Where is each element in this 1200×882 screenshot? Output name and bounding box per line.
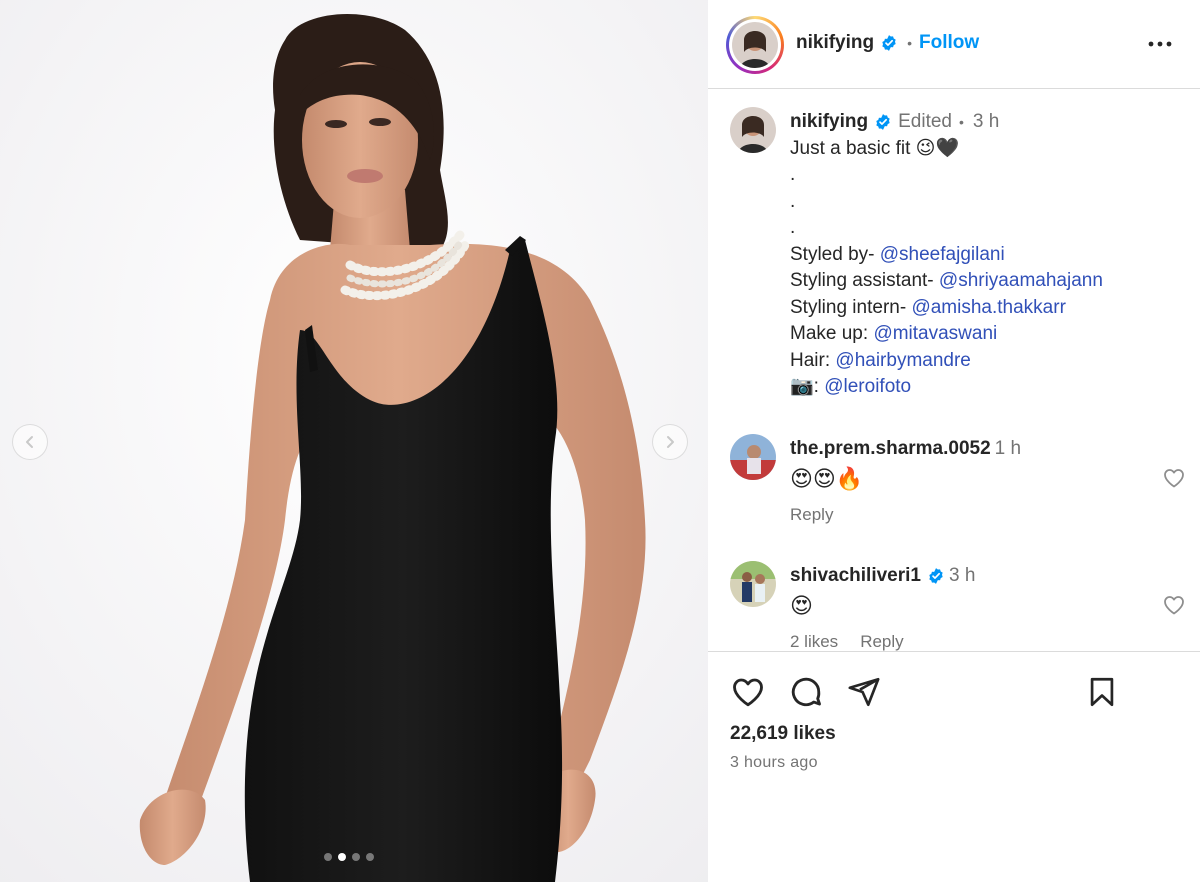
carousel-dot	[352, 853, 360, 861]
mention-link[interactable]: @amisha.thakkarr	[911, 297, 1065, 318]
post-header: nikifying • Follow	[708, 0, 1200, 89]
carousel-dot	[324, 853, 332, 861]
mention-link[interactable]: @sheefajgilani	[880, 244, 1005, 265]
mention-link[interactable]: @hairbymandre	[835, 350, 970, 371]
carousel-dot-active	[338, 853, 346, 861]
comment-time[interactable]: 1 h	[995, 438, 1021, 459]
carousel-indicator	[324, 853, 374, 861]
post-photo	[0, 0, 708, 882]
verified-badge-icon	[882, 35, 896, 51]
caption-dot-line: .	[790, 217, 796, 238]
separator-dot: •	[959, 114, 964, 130]
mention-link[interactable]: @leroifoto	[824, 376, 911, 397]
verified-badge-icon	[929, 568, 943, 584]
post-media[interactable]	[0, 0, 708, 882]
credit-line: Make up: @mitavaswani	[790, 323, 998, 344]
credit-line: Styling assistant- @shriyaamahajann	[790, 270, 1103, 291]
credit-line: Hair: @hairbymandre	[790, 349, 971, 371]
post-timestamp[interactable]: 3 hours ago	[730, 754, 818, 772]
follow-button[interactable]: Follow	[919, 32, 979, 54]
caption-username[interactable]: nikifying	[790, 111, 868, 132]
author-avatar-story-ring[interactable]	[726, 16, 784, 74]
carousel-next-button[interactable]	[652, 424, 688, 460]
caption-dot-line: .	[790, 164, 796, 185]
likes-count[interactable]: 22,619 likes	[730, 723, 836, 745]
separator-dot: •	[907, 35, 913, 51]
mention-link[interactable]: @shriyaamahajann	[939, 270, 1103, 291]
comment-like-heart-icon[interactable]	[1162, 466, 1186, 490]
caption-dot-line: .	[790, 190, 796, 212]
share-button[interactable]	[846, 674, 882, 710]
comments-section[interactable]: nikifying Edited • 3 h Just a basic fit 😉🖤…	[708, 89, 1200, 651]
post-side-panel: nikifying • Follow nikifying Edited • 3 …	[708, 0, 1200, 882]
chevron-left-icon	[26, 436, 33, 448]
commenter-username[interactable]: the.prem.sharma.0052	[790, 438, 991, 459]
author-avatar	[732, 22, 778, 68]
comment-likes-count[interactable]: 2 likes	[790, 629, 838, 651]
save-button[interactable]	[1084, 674, 1120, 710]
post-action-bar: 22,619 likes 3 hours ago	[708, 651, 1200, 882]
comment-button[interactable]	[788, 674, 824, 710]
reply-button[interactable]: Reply	[860, 629, 903, 651]
caption-author-avatar[interactable]	[730, 107, 776, 153]
caption-text-line: Just a basic fit 😉🖤	[790, 137, 960, 159]
commenter-username[interactable]: shivachiliveri1	[790, 565, 921, 586]
comment-time[interactable]: 3 h	[949, 565, 975, 586]
like-button[interactable]	[730, 674, 766, 710]
credit-line: 📷: @leroifoto	[790, 376, 912, 397]
chevron-right-icon	[667, 436, 674, 448]
share-icon	[848, 677, 880, 707]
comment-icon	[791, 677, 821, 707]
comment-text: 😍	[790, 593, 813, 618]
author-username[interactable]: nikifying	[796, 32, 874, 54]
carousel-dot	[366, 853, 374, 861]
more-options-button[interactable]	[1146, 30, 1174, 58]
credit-line: Styled by- @sheefajgilani	[790, 243, 1005, 265]
more-options-icon	[1148, 41, 1172, 47]
bookmark-icon	[1090, 677, 1114, 707]
reply-button[interactable]: Reply	[790, 502, 833, 528]
mention-link[interactable]: @mitavaswani	[873, 323, 997, 344]
caption-time[interactable]: 3 h	[973, 111, 999, 132]
commenter-avatar[interactable]	[730, 434, 776, 480]
credit-line: Styling intern- @amisha.thakkarr	[790, 296, 1066, 318]
comment-text: 😍😍🔥	[790, 466, 864, 491]
heart-icon	[733, 678, 763, 707]
commenter-avatar[interactable]	[730, 561, 776, 607]
verified-badge-icon	[876, 114, 890, 130]
carousel-prev-button[interactable]	[12, 424, 48, 460]
comment-like-heart-icon[interactable]	[1162, 593, 1186, 617]
caption-edited-label: Edited	[898, 111, 952, 132]
